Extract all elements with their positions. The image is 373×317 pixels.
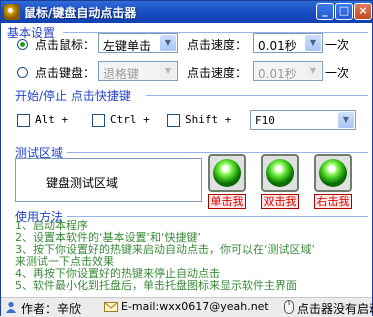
green-orb-icon — [266, 159, 294, 187]
ctrl-label: Ctrl + — [110, 113, 150, 126]
chevron-down-icon[interactable]: ▼ — [160, 35, 176, 51]
chevron-down-icon[interactable]: ▼ — [305, 63, 321, 79]
mouse-button-select[interactable]: 左键单击 ▼ — [98, 33, 178, 53]
usage-line: 5、软件最小化到托盘后，单击托盘图标来显示软件主界面 — [15, 279, 297, 292]
single-click-label[interactable]: 单击我 — [208, 194, 246, 209]
alt-checkbox[interactable] — [17, 114, 30, 127]
mouse-icon — [284, 300, 294, 314]
keyboard-speed-value: 0.01秒 — [258, 67, 297, 81]
keyboard-speed-label: 点击速度： — [187, 66, 248, 80]
double-click-button[interactable] — [261, 154, 299, 192]
green-orb-icon — [213, 159, 241, 187]
hotkey-title: 开始/停止 点击快捷键 — [15, 89, 131, 103]
keyboard-label: 点击键盘： — [35, 66, 96, 80]
keyboard-per-suffix: 一次 — [325, 66, 350, 80]
alt-label: Alt + — [35, 113, 69, 126]
usage-list: 1、启动本程序 2、设置本软件的‘基本设置’和‘快捷键’ 3、按下你设置好的热键… — [15, 220, 369, 292]
hotkey-key-select[interactable]: F10 ▼ — [250, 110, 356, 130]
double-click-label[interactable]: 双击我 — [261, 194, 299, 209]
ctrl-checkbox[interactable] — [92, 114, 105, 127]
mouse-radio[interactable] — [17, 39, 28, 50]
chevron-down-icon[interactable]: ▼ — [160, 63, 176, 79]
close-button[interactable]: × — [354, 3, 372, 20]
hotkey-key-value: F10 — [255, 114, 275, 127]
mouse-speed-value: 0.01秒 — [258, 39, 297, 53]
shift-label: Shift + — [185, 113, 232, 126]
keyboard-key-value: 退格键 — [103, 67, 140, 81]
title-bar[interactable]: 鼠标/键盘自动点击器 _ □ × — [1, 1, 372, 23]
keyboard-key-select[interactable]: 退格键 ▼ — [98, 61, 178, 81]
chevron-down-icon[interactable]: ▼ — [305, 35, 321, 51]
chevron-down-icon[interactable]: ▼ — [338, 112, 354, 128]
mouse-button-value: 左键单击 — [103, 39, 152, 53]
mouse-per-suffix: 一次 — [325, 38, 350, 52]
mail-icon — [104, 302, 118, 312]
mouse-speed-select[interactable]: 0.01秒 ▼ — [253, 33, 323, 53]
green-orb-icon — [319, 159, 347, 187]
person-icon — [6, 301, 16, 313]
hotkey-divider — [146, 95, 368, 96]
usage-divider — [67, 216, 368, 217]
right-click-label[interactable]: 右击我 — [314, 194, 352, 209]
keyboard-speed-select[interactable]: 0.01秒 ▼ — [253, 61, 323, 81]
app-icon — [4, 4, 20, 20]
keyboard-radio[interactable] — [17, 67, 28, 78]
mouse-label: 点击鼠标： — [35, 38, 96, 52]
right-click-button[interactable] — [314, 154, 352, 192]
shift-checkbox[interactable] — [167, 114, 180, 127]
status-bar: 作者：辛欣 E-mail:wxx0617@yeah.net 点击器没有启动 — [1, 297, 373, 317]
test-area-divider — [67, 152, 368, 153]
minimize-button[interactable]: _ — [316, 3, 334, 20]
email-text: E-mail:wxx0617@yeah.net — [121, 300, 269, 313]
status-text: 点击器没有启动 — [297, 302, 373, 316]
maximize-button[interactable]: □ — [335, 3, 353, 20]
mouse-speed-label: 点击速度： — [187, 38, 248, 52]
single-click-button[interactable] — [208, 154, 246, 192]
author-text: 作者：辛欣 — [21, 302, 82, 316]
app-window: 鼠标/键盘自动点击器 _ □ × 基本设置 点击鼠标： 左键单击 ▼ 点击速度：… — [0, 0, 373, 317]
keyboard-test-area-text: 键盘测试区域 — [46, 176, 119, 190]
window-title: 鼠标/键盘自动点击器 — [24, 6, 137, 20]
keyboard-test-area[interactable]: 键盘测试区域 — [15, 158, 202, 202]
